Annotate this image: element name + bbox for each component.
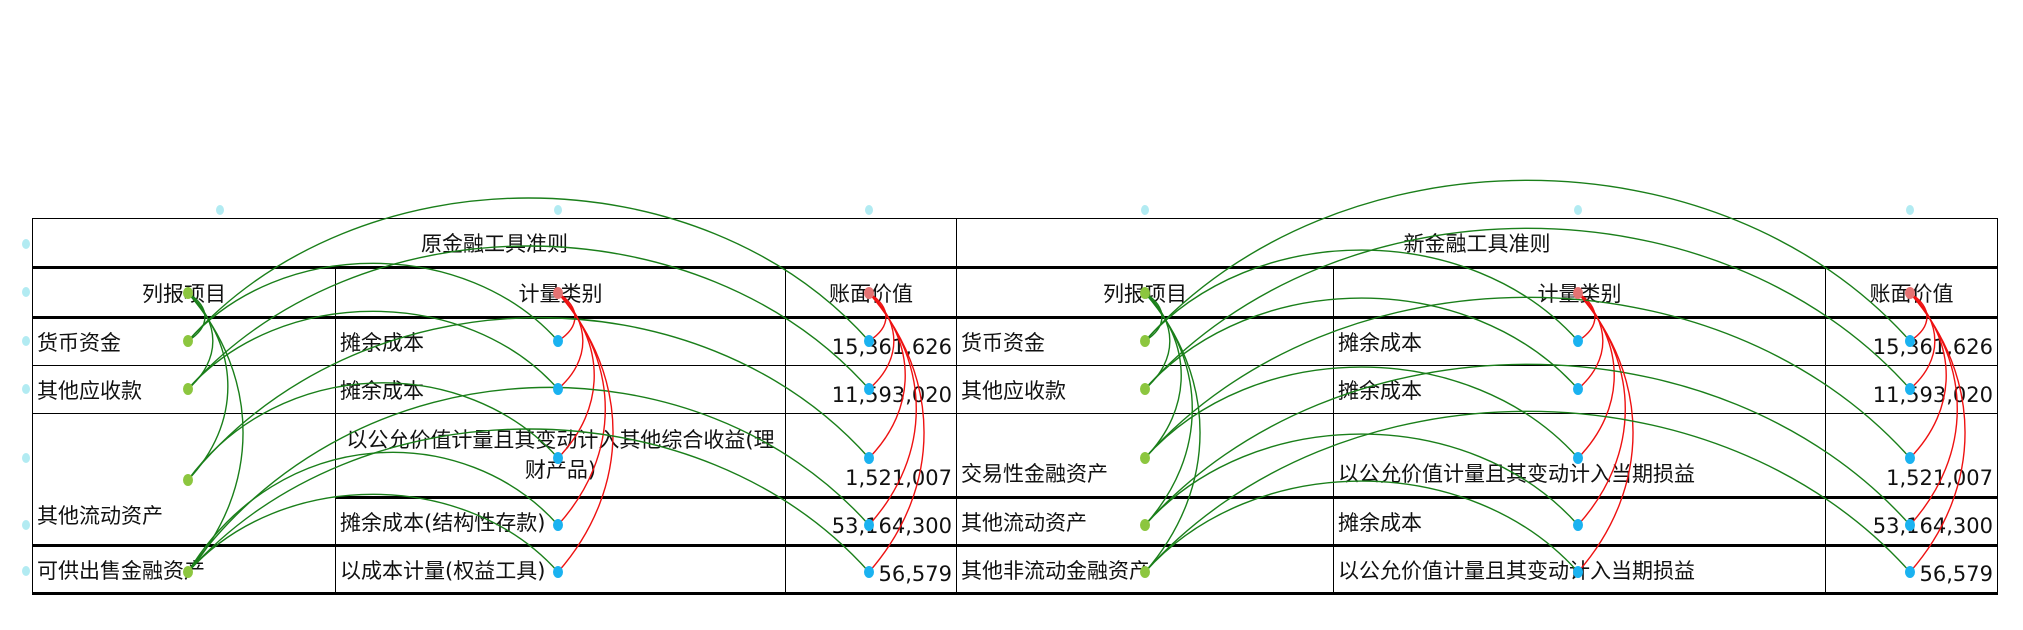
cell-item: 其他流动资产: [956, 497, 1334, 547]
cell-category: 摊余成本: [335, 365, 786, 414]
cell-value: 56,579: [785, 545, 957, 595]
grid-dot: [1141, 205, 1149, 215]
grid-dot: [22, 453, 30, 463]
cell-item: 可供出售金融资产: [32, 545, 336, 595]
cell-category: 摊余成本(结构性存款): [335, 497, 786, 547]
cell-value: 1,521,007: [785, 413, 957, 499]
table-row: 其他应收款 摊余成本 11,593,020: [32, 365, 957, 414]
cell-item: 其他应收款: [32, 365, 336, 414]
table-row: 交易性金融资产 以公允价值计量且其变动计入当期损益 1,521,007: [956, 413, 1998, 499]
header-item: 列报项目: [956, 267, 1334, 319]
grid-dot: [554, 205, 562, 215]
table-row: 其他流动资产 以公允价值计量且其变动计入其他综合收益(理财产品) 1,521,0…: [32, 413, 957, 547]
old-table-title: 原金融工具准则: [32, 218, 957, 269]
cell-category: 摊余成本: [1333, 497, 1826, 547]
grid-dot: [22, 239, 30, 249]
grid-dot: [22, 566, 30, 576]
grid-dot: [22, 384, 30, 394]
grid-dot: [865, 205, 873, 215]
table-row: 其他流动资产 摊余成本 53,164,300: [956, 497, 1998, 547]
grid-dot: [22, 336, 30, 346]
grid-dot: [216, 205, 224, 215]
cell-category: 摊余成本: [1333, 365, 1826, 414]
cell-value: 11,593,020: [1825, 365, 1998, 414]
grid-dot: [22, 287, 30, 297]
new-table-title: 新金融工具准则: [956, 218, 1998, 269]
cell-value: 1,521,007: [1825, 413, 1998, 499]
grid-dot: [22, 520, 30, 530]
cell-category: 以公允价值计量且其变动计入其他综合收益(理财产品): [335, 413, 786, 499]
grid-dot: [1906, 205, 1914, 215]
table-row: 其他非流动金融资产 以公允价值计量且其变动计入当期损益 56,579: [956, 545, 1998, 595]
header-category: 计量类别: [1333, 267, 1826, 319]
cell-item: 其他流动资产: [32, 413, 336, 547]
table-row: 货币资金 摊余成本 15,361,626: [32, 317, 957, 366]
cell-category: 以公允价值计量且其变动计入当期损益: [1333, 545, 1826, 595]
cell-item: 其他应收款: [956, 365, 1334, 414]
header-value: 账面价值: [785, 267, 957, 319]
cell-value: 15,361,626: [785, 317, 957, 366]
cell-item: 货币资金: [32, 317, 336, 366]
new-standard-table: 新金融工具准则 列报项目 计量类别 账面价值 货币资金 摊余成本 15,361,…: [956, 218, 1998, 595]
cell-value: 53,164,300: [785, 497, 957, 547]
cell-item: 货币资金: [956, 317, 1334, 366]
cell-item: 其他非流动金融资产: [956, 545, 1334, 595]
cell-category: 以公允价值计量且其变动计入当期损益: [1333, 413, 1826, 499]
old-standard-table: 原金融工具准则 列报项目 计量类别 账面价值 货币资金 摊余成本 15,361,…: [32, 218, 957, 595]
cell-value: 56,579: [1825, 545, 1998, 595]
table-row: 可供出售金融资产 以成本计量(权益工具) 56,579: [32, 545, 957, 595]
table-row: 货币资金 摊余成本 15,361,626: [956, 317, 1998, 366]
header-value: 账面价值: [1825, 267, 1998, 319]
cell-category: 以成本计量(权益工具): [335, 545, 786, 595]
cell-value: 11,593,020: [785, 365, 957, 414]
grid-dot: [1574, 205, 1582, 215]
table-row: 其他应收款 摊余成本 11,593,020: [956, 365, 1998, 414]
cell-category: 摊余成本: [1333, 317, 1826, 366]
header-item: 列报项目: [32, 267, 336, 319]
cell-item: 交易性金融资产: [956, 413, 1334, 499]
cell-value: 15,361,626: [1825, 317, 1998, 366]
cell-value: 53,164,300: [1825, 497, 1998, 547]
cell-category: 摊余成本: [335, 317, 786, 366]
header-category: 计量类别: [335, 267, 786, 319]
